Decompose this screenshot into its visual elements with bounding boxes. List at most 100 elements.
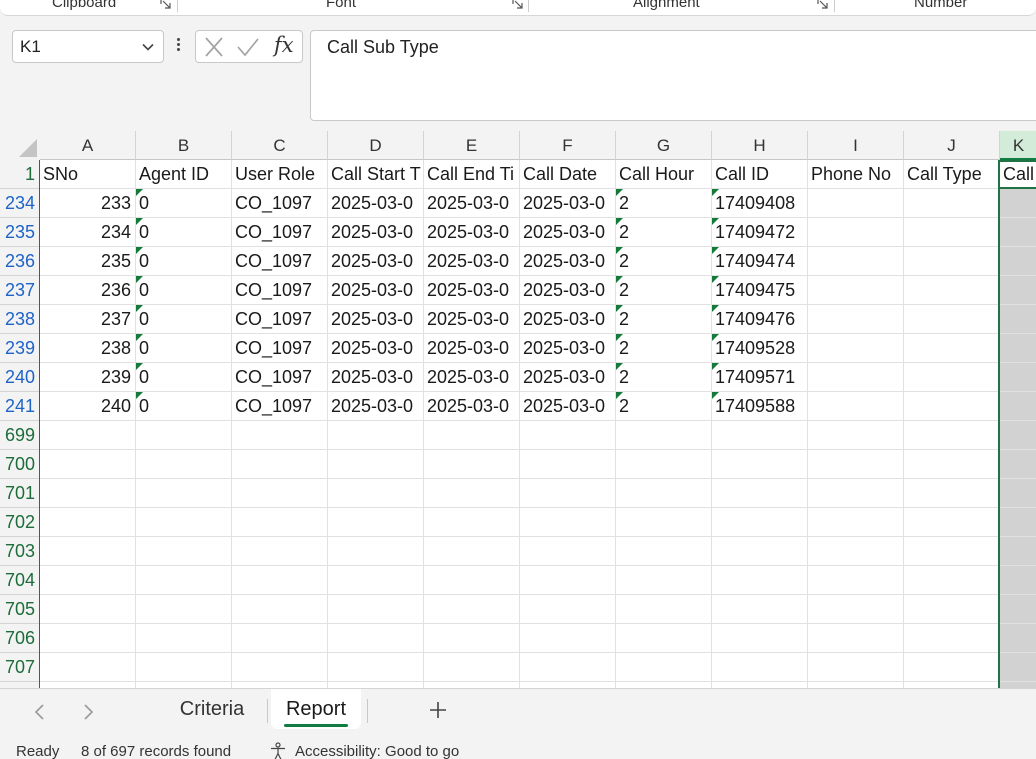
- table-cell[interactable]: 2025-03-0: [424, 247, 519, 276]
- row-header[interactable]: 705: [0, 595, 40, 624]
- table-cell[interactable]: 17409588: [712, 392, 807, 421]
- table-cell[interactable]: 2025-03-0: [520, 363, 615, 392]
- header-cell[interactable]: Call Date: [520, 160, 615, 189]
- column-header-k[interactable]: K: [1000, 131, 1036, 160]
- header-cell[interactable]: SNo: [40, 160, 135, 189]
- clipboard-launcher-icon[interactable]: [160, 0, 171, 9]
- table-cell[interactable]: 17409472: [712, 218, 807, 247]
- table-cell[interactable]: 2025-03-0: [424, 218, 519, 247]
- column-header-j[interactable]: J: [904, 131, 1000, 160]
- status-accessibility[interactable]: Accessibility: Good to go: [295, 743, 459, 759]
- header-cell[interactable]: Agent ID: [136, 160, 231, 189]
- table-cell[interactable]: 0: [136, 392, 231, 421]
- table-cell[interactable]: 2025-03-0: [520, 247, 615, 276]
- alignment-launcher-icon[interactable]: [817, 0, 828, 9]
- insert-function-icon[interactable]: fx: [274, 33, 294, 57]
- selected-column-k[interactable]: [998, 160, 1036, 688]
- table-cell[interactable]: CO_1097: [232, 218, 327, 247]
- header-cell[interactable]: Call ID: [712, 160, 807, 189]
- header-cell[interactable]: Call End Ti: [424, 160, 519, 189]
- header-cell[interactable]: Call Type: [904, 160, 999, 189]
- table-cell[interactable]: 2025-03-0: [520, 276, 615, 305]
- table-cell[interactable]: 236: [40, 276, 135, 305]
- tab-criteria[interactable]: Criteria: [164, 689, 260, 729]
- table-cell[interactable]: 2025-03-0: [520, 218, 615, 247]
- table-cell[interactable]: 2: [616, 218, 711, 247]
- header-cell[interactable]: Call: [1000, 160, 1036, 189]
- column-header-a[interactable]: A: [40, 131, 136, 160]
- table-cell[interactable]: 2025-03-0: [328, 218, 423, 247]
- row-header[interactable]: 237: [0, 276, 40, 305]
- table-cell[interactable]: 2025-03-0: [424, 189, 519, 218]
- header-cell[interactable]: User Role: [232, 160, 327, 189]
- table-cell[interactable]: 0: [136, 247, 231, 276]
- table-cell[interactable]: 0: [136, 218, 231, 247]
- table-cell[interactable]: 234: [40, 218, 135, 247]
- table-cell[interactable]: CO_1097: [232, 276, 327, 305]
- row-header[interactable]: 235: [0, 218, 40, 247]
- table-cell[interactable]: 2025-03-0: [520, 392, 615, 421]
- row-header[interactable]: 707: [0, 653, 40, 682]
- row-header[interactable]: 240: [0, 363, 40, 392]
- table-cell[interactable]: CO_1097: [232, 189, 327, 218]
- row-header[interactable]: 703: [0, 537, 40, 566]
- table-cell[interactable]: 17409528: [712, 334, 807, 363]
- table-cell[interactable]: 2025-03-0: [424, 305, 519, 334]
- select-all-corner[interactable]: [0, 131, 40, 160]
- table-cell[interactable]: 0: [136, 305, 231, 334]
- column-header-h[interactable]: H: [712, 131, 808, 160]
- table-cell[interactable]: 2: [616, 392, 711, 421]
- table-cell[interactable]: 2: [616, 247, 711, 276]
- add-sheet-icon[interactable]: [427, 699, 449, 721]
- table-cell[interactable]: 2025-03-0: [328, 247, 423, 276]
- row-header[interactable]: 238: [0, 305, 40, 334]
- row-header[interactable]: 241: [0, 392, 40, 421]
- row-header[interactable]: 704: [0, 566, 40, 595]
- table-cell[interactable]: 2025-03-0: [328, 305, 423, 334]
- table-cell[interactable]: 2025-03-0: [328, 189, 423, 218]
- table-cell[interactable]: 238: [40, 334, 135, 363]
- table-cell[interactable]: CO_1097: [232, 334, 327, 363]
- table-cell[interactable]: 233: [40, 189, 135, 218]
- chevron-right-icon[interactable]: [81, 703, 95, 721]
- header-cell[interactable]: Phone No: [808, 160, 903, 189]
- cancel-icon[interactable]: [203, 37, 225, 57]
- chevron-down-icon[interactable]: [141, 40, 155, 54]
- column-header-g[interactable]: G: [616, 131, 712, 160]
- column-header-c[interactable]: C: [232, 131, 328, 160]
- chevron-left-icon[interactable]: [33, 703, 47, 721]
- tab-report[interactable]: Report: [271, 689, 361, 729]
- table-cell[interactable]: CO_1097: [232, 247, 327, 276]
- font-launcher-icon[interactable]: [512, 0, 523, 9]
- formula-input[interactable]: Call Sub Type: [310, 30, 1036, 121]
- table-cell[interactable]: 239: [40, 363, 135, 392]
- table-cell[interactable]: 0: [136, 334, 231, 363]
- column-header-e[interactable]: E: [424, 131, 520, 160]
- table-cell[interactable]: 2025-03-0: [424, 276, 519, 305]
- row-header[interactable]: 701: [0, 479, 40, 508]
- row-header[interactable]: 236: [0, 247, 40, 276]
- table-cell[interactable]: 17409474: [712, 247, 807, 276]
- table-cell[interactable]: 2025-03-0: [328, 363, 423, 392]
- table-cell[interactable]: 17409408: [712, 189, 807, 218]
- column-header-d[interactable]: D: [328, 131, 424, 160]
- table-cell[interactable]: 2025-03-0: [328, 334, 423, 363]
- table-cell[interactable]: 2025-03-0: [520, 305, 615, 334]
- table-cell[interactable]: 2025-03-0: [424, 392, 519, 421]
- table-cell[interactable]: 240: [40, 392, 135, 421]
- table-cell[interactable]: 0: [136, 189, 231, 218]
- row-header[interactable]: 706: [0, 624, 40, 653]
- table-cell[interactable]: 2025-03-0: [328, 276, 423, 305]
- table-cell[interactable]: 2: [616, 363, 711, 392]
- row-header[interactable]: 1: [0, 160, 40, 189]
- table-cell[interactable]: 17409476: [712, 305, 807, 334]
- table-cell[interactable]: 237: [40, 305, 135, 334]
- table-cell[interactable]: 2: [616, 189, 711, 218]
- row-header[interactable]: 700: [0, 450, 40, 479]
- table-cell[interactable]: CO_1097: [232, 305, 327, 334]
- table-cell[interactable]: 2025-03-0: [328, 392, 423, 421]
- header-cell[interactable]: Call Start T: [328, 160, 423, 189]
- table-cell[interactable]: CO_1097: [232, 392, 327, 421]
- row-header[interactable]: 239: [0, 334, 40, 363]
- cell-grid[interactable]: SNo Agent ID User Role Call Start T Call End…: [40, 160, 1036, 688]
